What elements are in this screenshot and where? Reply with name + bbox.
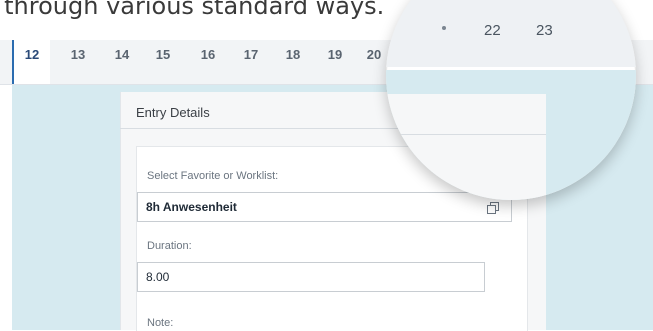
day-cell[interactable]: 16 [196,40,220,84]
day-cell[interactable]: 17 [239,40,263,84]
magnified-day-cell[interactable]: 23 [536,22,553,39]
day-cell[interactable]: 15 [151,40,175,84]
caption-label: s through various standard ways. [0,0,385,20]
favorite-label: Select Favorite or Worklist: [147,170,279,182]
duration-label: Duration: [147,240,192,252]
note-label: Note: [147,317,174,329]
duration-value: 8.00 [146,270,170,284]
favorite-value: 8h Anwesenheit [146,200,237,214]
duration-input[interactable]: 8.00 [137,262,485,292]
magnified-entry-card [386,94,546,200]
day-cell-selected[interactable]: 12 [12,40,50,84]
day-cell[interactable]: 20 [362,40,386,84]
day-cell[interactable]: 19 [323,40,347,84]
magnified-day-separator [442,26,446,30]
value-help-icon[interactable] [485,200,501,216]
magnified-day-cell[interactable]: 22 [484,22,501,39]
magnified-divider [386,134,546,135]
day-cell[interactable]: 13 [66,40,90,84]
magnifier-lens: 22 23 [386,0,636,200]
magnified-day-strip [386,0,636,67]
entry-details-title: Entry Details [136,105,210,120]
day-cell[interactable]: 18 [281,40,305,84]
day-cell[interactable]: 14 [110,40,134,84]
